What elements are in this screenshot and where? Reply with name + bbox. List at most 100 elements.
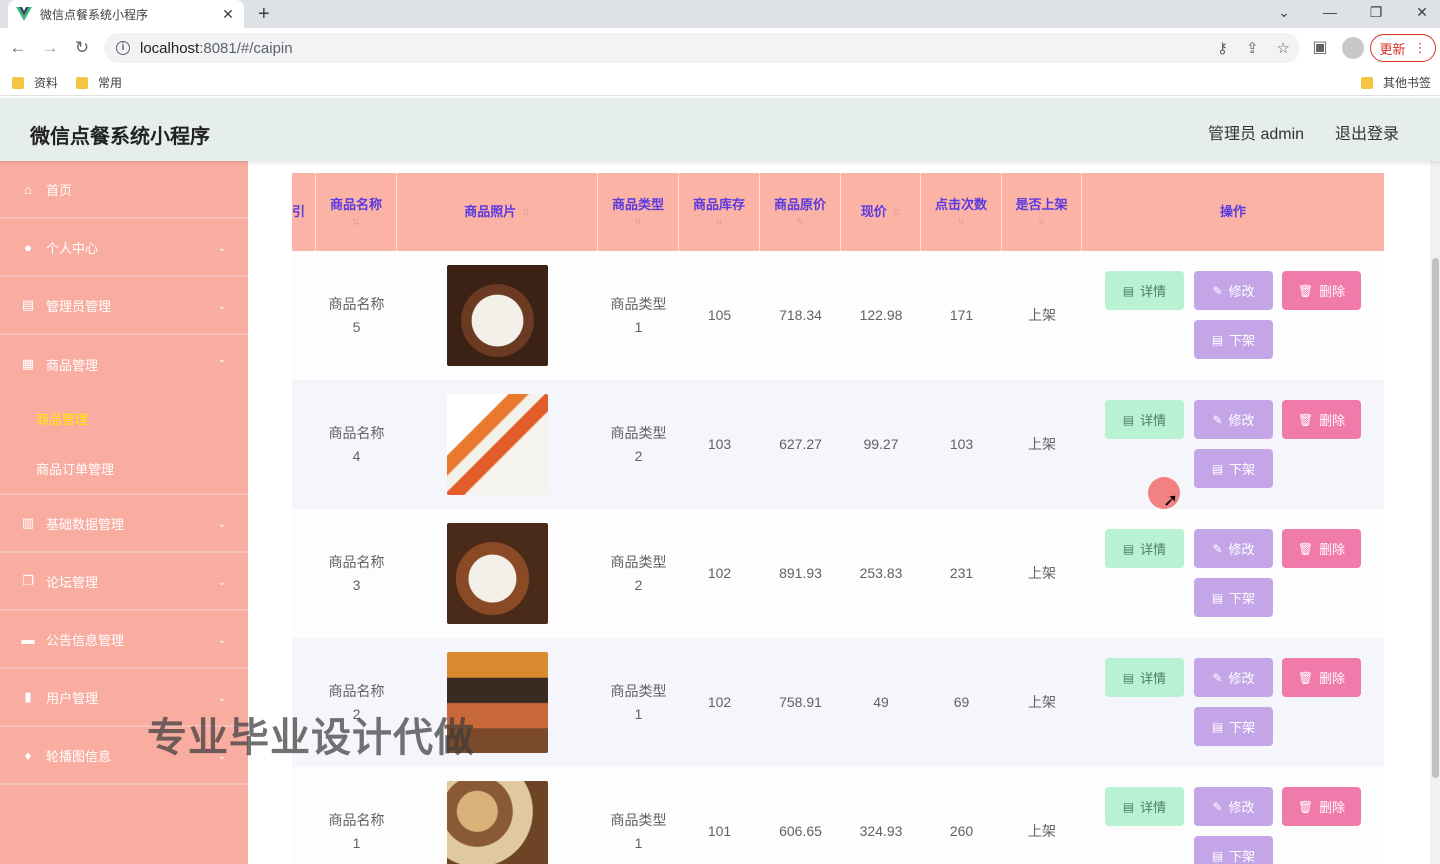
col-header-orig-price[interactable]: 商品原价 ⇅ — [760, 173, 841, 251]
bookmark-folder[interactable]: 资料 — [12, 74, 58, 91]
browser-tab[interactable]: 微信点餐系统小程序 ✕ — [8, 0, 244, 28]
cell-type: 商品类型 2 — [598, 509, 679, 638]
sidebar-item-products[interactable]: ▦ 商品管理 ⌃ — [0, 335, 248, 393]
off-shelf-button[interactable]: ▤ 下架 — [1194, 449, 1273, 488]
col-header-price[interactable]: 现价 ⇅ — [841, 173, 921, 251]
sidebar-item-basic-data[interactable]: ▥ 基础数据管理 ⌄ — [0, 495, 248, 553]
sidebar-subitem-products[interactable]: 商品管理 — [0, 393, 248, 443]
off-shelf-button[interactable]: ▤ 下架 — [1194, 578, 1273, 617]
scroll-thumb[interactable] — [1432, 258, 1439, 778]
sidebar-item-label: 公告信息管理 — [46, 632, 125, 648]
sort-icon[interactable]: ⇅ — [522, 205, 530, 219]
reload-icon[interactable]: ↻ — [72, 38, 92, 58]
delete-button[interactable]: 🗑 删除 — [1282, 529, 1361, 568]
folder-icon — [12, 76, 24, 89]
off-shelf-button[interactable]: ▤ 下架 — [1194, 836, 1273, 864]
edit-button[interactable]: ✎ 修改 — [1194, 529, 1273, 568]
edit-button[interactable]: ✎ 修改 — [1194, 271, 1273, 310]
product-photo[interactable] — [447, 523, 548, 624]
type-line: 商品类型 — [610, 553, 667, 570]
browser-toolbar: ← → ↻ i localhost:8081/#/caipin ⚷ ⇪ ☆ ▣ … — [0, 28, 1440, 68]
forward-icon[interactable]: → — [40, 38, 60, 58]
minimize-icon[interactable]: — — [1318, 2, 1342, 22]
key-icon[interactable]: ⚷ — [1217, 39, 1228, 57]
new-tab-icon[interactable]: + — [258, 3, 270, 25]
sidebar-item-label: 首页 — [46, 182, 73, 198]
sidebar-item-home[interactable]: ⌂ 首页 — [0, 161, 248, 219]
sort-icon[interactable]: ⇅ — [1038, 215, 1046, 229]
sidebar-item-forum[interactable]: ❐ 论坛管理 ⌄ — [0, 553, 248, 611]
chevron-down-icon: ⌄ — [217, 693, 226, 704]
restore-icon[interactable]: ❐ — [1364, 2, 1388, 22]
detail-label: 详情 — [1140, 542, 1167, 557]
detail-button[interactable]: ▤ 详情 — [1105, 787, 1184, 826]
delete-button[interactable]: 🗑 删除 — [1282, 400, 1361, 439]
detail-button[interactable]: ▤ 详情 — [1105, 658, 1184, 697]
other-bookmarks[interactable]: 其他书签 — [1361, 74, 1431, 91]
off-shelf-button[interactable]: ▤ 下架 — [1194, 320, 1273, 359]
trash-icon: 🗑 — [1297, 799, 1314, 814]
cell-clicks: 260 — [949, 823, 974, 839]
bookmark-folder[interactable]: 常用 — [76, 74, 122, 91]
col-header-index[interactable]: 引 — [292, 173, 316, 251]
chevron-down-icon: ⌄ — [217, 301, 226, 312]
product-photo[interactable] — [447, 265, 548, 366]
address-bar[interactable]: i localhost:8081/#/caipin ⚷ ⇪ ☆ — [104, 33, 1300, 63]
trash-icon: 🗑 — [1297, 412, 1314, 427]
product-photo[interactable] — [447, 781, 548, 864]
sort-icon[interactable]: ⇅ — [893, 205, 901, 219]
sort-icon[interactable]: ⇅ — [957, 215, 965, 229]
logout-link[interactable]: 退出登录 — [1335, 120, 1399, 144]
edit-button[interactable]: ✎ 修改 — [1194, 400, 1273, 439]
sort-icon[interactable]: ⇅ — [715, 215, 723, 229]
detail-button[interactable]: ▤ 详情 — [1105, 400, 1184, 439]
delete-label: 删除 — [1319, 284, 1346, 299]
table-row: 商品名称 5 商品类型 1 105 718.34 122.98 171 上架 ▤… — [292, 251, 1384, 380]
type-line: 商品类型 — [610, 424, 667, 441]
delete-button[interactable]: 🗑 删除 — [1282, 787, 1361, 826]
sidebar-item-notices[interactable]: ▬ 公告信息管理 ⌄ — [0, 611, 248, 669]
sort-icon[interactable]: ⇅ — [352, 215, 360, 229]
edit-button[interactable]: ✎ 修改 — [1194, 787, 1273, 826]
product-photo[interactable] — [447, 394, 548, 495]
sort-icon[interactable]: ⇅ — [796, 215, 804, 229]
col-header-on-shelf[interactable]: 是否上架 ⇅ — [1002, 173, 1082, 251]
site-info-icon[interactable]: i — [116, 41, 130, 55]
edit-button[interactable]: ✎ 修改 — [1194, 658, 1273, 697]
cursor-icon: ➚ — [1163, 490, 1179, 510]
tab-close-icon[interactable]: ✕ — [220, 6, 236, 23]
close-window-icon[interactable]: ✕ — [1410, 2, 1434, 22]
col-header-label: 引 — [292, 204, 306, 219]
sidebar-item-admins[interactable]: ▤ 管理员管理 ⌄ — [0, 277, 248, 335]
star-icon[interactable]: ☆ — [1277, 39, 1290, 57]
sort-icon[interactable]: ⇅ — [634, 215, 642, 229]
col-header-ops: 操作 — [1082, 173, 1384, 251]
name-line: 4 — [352, 447, 361, 464]
detail-button[interactable]: ▤ 详情 — [1105, 529, 1184, 568]
tab-search-icon[interactable]: ⌄ — [1272, 2, 1296, 22]
grid-icon: ▦ — [21, 356, 35, 371]
col-header-clicks[interactable]: 点击次数 ⇅ — [921, 173, 1002, 251]
update-button[interactable]: 更新 ⋮ — [1370, 34, 1436, 62]
document-icon: ▤ — [1211, 590, 1224, 605]
delete-button[interactable]: 🗑 删除 — [1282, 658, 1361, 697]
chevron-up-icon: ⌃ — [217, 359, 226, 370]
col-header-type[interactable]: 商品类型 ⇅ — [598, 173, 679, 251]
col-header-photo[interactable]: 商品照片 ⇅ — [397, 173, 598, 251]
detail-button[interactable]: ▤ 详情 — [1105, 271, 1184, 310]
col-header-stock[interactable]: 商品库存 ⇅ — [679, 173, 760, 251]
name-line: 商品名称 — [328, 682, 385, 699]
vue-logo-icon — [16, 6, 32, 22]
profile-avatar[interactable] — [1342, 37, 1364, 59]
sidebar-item-profile[interactable]: ● 个人中心 ⌄ — [0, 219, 248, 277]
share-icon[interactable]: ⇪ — [1246, 39, 1259, 57]
off-shelf-button[interactable]: ▤ 下架 — [1194, 707, 1273, 746]
name-line: 3 — [352, 576, 361, 593]
back-icon[interactable]: ← — [8, 38, 28, 58]
sidebar-subitem-orders[interactable]: 商品订单管理 — [0, 443, 248, 495]
side-panel-icon[interactable]: ▣ — [1310, 38, 1330, 58]
type-line: 商品类型 — [610, 295, 667, 312]
col-header-name[interactable]: 商品名称 ⇅ — [316, 173, 397, 251]
cell-type: 商品类型 1 — [598, 251, 679, 380]
delete-button[interactable]: 🗑 删除 — [1282, 271, 1361, 310]
